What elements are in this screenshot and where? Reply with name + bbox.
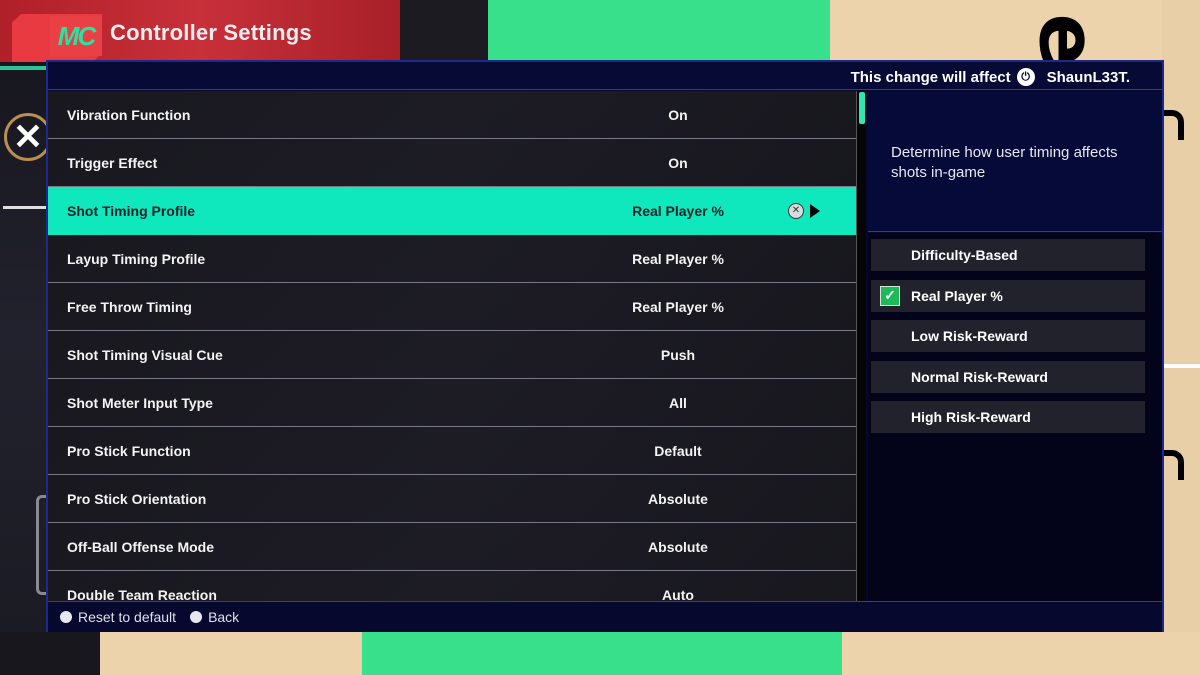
setting-label: Layup Timing Profile — [67, 250, 206, 267]
affect-label: This change will affect — [850, 68, 1011, 86]
options-list: Difficulty-Based ✓ Real Player % Low Risk-R… — [868, 233, 1162, 601]
circle-button-icon — [190, 611, 203, 623]
setting-label: Free Throw Timing — [67, 298, 192, 315]
setting-value: Default — [654, 442, 702, 459]
background-court-green-bottom — [362, 632, 842, 675]
scrollbar-thumb[interactable] — [859, 92, 865, 124]
option-item[interactable]: ✓ Real Player % — [871, 279, 1145, 312]
option-label: Normal Risk-Reward — [911, 368, 1048, 385]
setting-value: Real Player % — [632, 202, 724, 219]
background-line — [3, 206, 48, 209]
option-label: High Risk-Reward — [911, 409, 1031, 425]
setting-description: Determine how user timing affects shots … — [891, 144, 1118, 181]
setting-row[interactable]: Pro Stick Orientation Absolute — [48, 475, 856, 523]
setting-label: Pro Stick Function — [67, 442, 191, 459]
setting-row[interactable]: Off-Ball Offense Mode Absolute — [48, 523, 856, 571]
reset-to-default-button[interactable]: Reset to default — [60, 609, 176, 625]
square-button-icon — [60, 611, 72, 623]
setting-label: Double Team Reaction — [67, 586, 217, 602]
setting-row[interactable]: Trigger Effect On — [48, 139, 856, 187]
option-item[interactable]: Normal Risk-Reward — [871, 360, 1145, 393]
description-box: Determine how user timing affects shots … — [868, 91, 1162, 232]
back-button[interactable]: Back — [190, 609, 239, 625]
setting-label: Vibration Function — [67, 106, 191, 123]
background-court-lettering: e — [1021, 13, 1112, 67]
background-court-line — [1162, 364, 1200, 368]
setting-label: Shot Timing Visual Cue — [67, 346, 223, 363]
setting-label: Pro Stick Orientation — [67, 490, 207, 507]
settings-scrollbar[interactable] — [856, 91, 866, 601]
setting-row[interactable]: Vibration Function On — [48, 91, 856, 139]
background-court-tan-right — [1162, 0, 1200, 675]
page-title: Controller Settings — [110, 20, 312, 45]
setting-label: Shot Timing Profile — [67, 202, 196, 219]
setting-row[interactable]: Shot Meter Input Type All — [48, 379, 856, 427]
panel-topbar: This change will affect ⏻ ShaunL33T. — [48, 62, 1162, 90]
screen: e ✕ MC Controller Settings This change w… — [0, 0, 1200, 675]
footer-bar: Reset to default Back — [48, 601, 1162, 632]
reset-label: Reset to default — [78, 609, 177, 625]
background-close-icon: ✕ — [4, 113, 52, 161]
playstation-icon: ⏻ — [1016, 68, 1035, 86]
settings-panel: This change will affect ⏻ ShaunL33T. Vib… — [46, 60, 1164, 632]
setting-value: On — [668, 106, 688, 123]
setting-value: On — [668, 154, 688, 171]
background-dark-bottom — [0, 632, 100, 675]
setting-row[interactable]: Free Throw Timing Real Player % — [48, 283, 856, 331]
background-court-mark — [1162, 110, 1184, 140]
option-label: Real Player % — [911, 287, 1003, 304]
setting-row[interactable]: Pro Stick Function Default — [48, 427, 856, 475]
mycareer-logo-icon: MC — [50, 16, 102, 56]
setting-value: Real Player % — [632, 298, 724, 315]
affected-user: This change will affect ⏻ ShaunL33T. — [851, 68, 1130, 86]
option-item[interactable]: Low Risk-Reward — [871, 320, 1145, 352]
back-label: Back — [208, 609, 240, 625]
arrow-right-icon[interactable] — [810, 204, 820, 218]
checkmark-icon: ✓ — [880, 285, 900, 306]
x-button-icon: ✕ — [788, 203, 804, 219]
setting-value: Auto — [662, 586, 694, 602]
username: ShaunL33T. — [1046, 68, 1130, 86]
background-court-green — [488, 0, 830, 62]
setting-value: All — [669, 394, 687, 411]
setting-row[interactable]: Shot Timing Profile Real Player % ✕ — [48, 187, 856, 235]
option-label: Low Risk-Reward — [911, 328, 1028, 344]
option-item[interactable]: Difficulty-Based — [871, 239, 1145, 271]
option-label: Difficulty-Based — [911, 247, 1018, 263]
setting-row[interactable]: Shot Timing Visual Cue Push — [48, 331, 856, 379]
background-court-tan — [830, 0, 1200, 62]
setting-value: Real Player % — [632, 250, 724, 267]
setting-value: Absolute — [648, 538, 708, 555]
setting-label: Off-Ball Offense Mode — [67, 538, 215, 555]
background-court-mark — [1162, 450, 1184, 480]
settings-list: Vibration Function On Trigger Effect On Shot… — [48, 91, 856, 601]
setting-value: Absolute — [648, 490, 708, 507]
setting-value: Push — [660, 346, 696, 363]
background-accent-line — [0, 66, 48, 70]
option-item[interactable]: High Risk-Reward — [871, 401, 1145, 433]
setting-label: Trigger Effect — [67, 154, 158, 171]
setting-row[interactable]: Double Team Reaction Auto — [48, 571, 856, 601]
setting-label: Shot Meter Input Type — [67, 394, 213, 411]
setting-row[interactable]: Layup Timing Profile Real Player % — [48, 235, 856, 283]
change-value-control[interactable]: ✕ — [788, 203, 820, 219]
background-strip — [400, 0, 488, 62]
